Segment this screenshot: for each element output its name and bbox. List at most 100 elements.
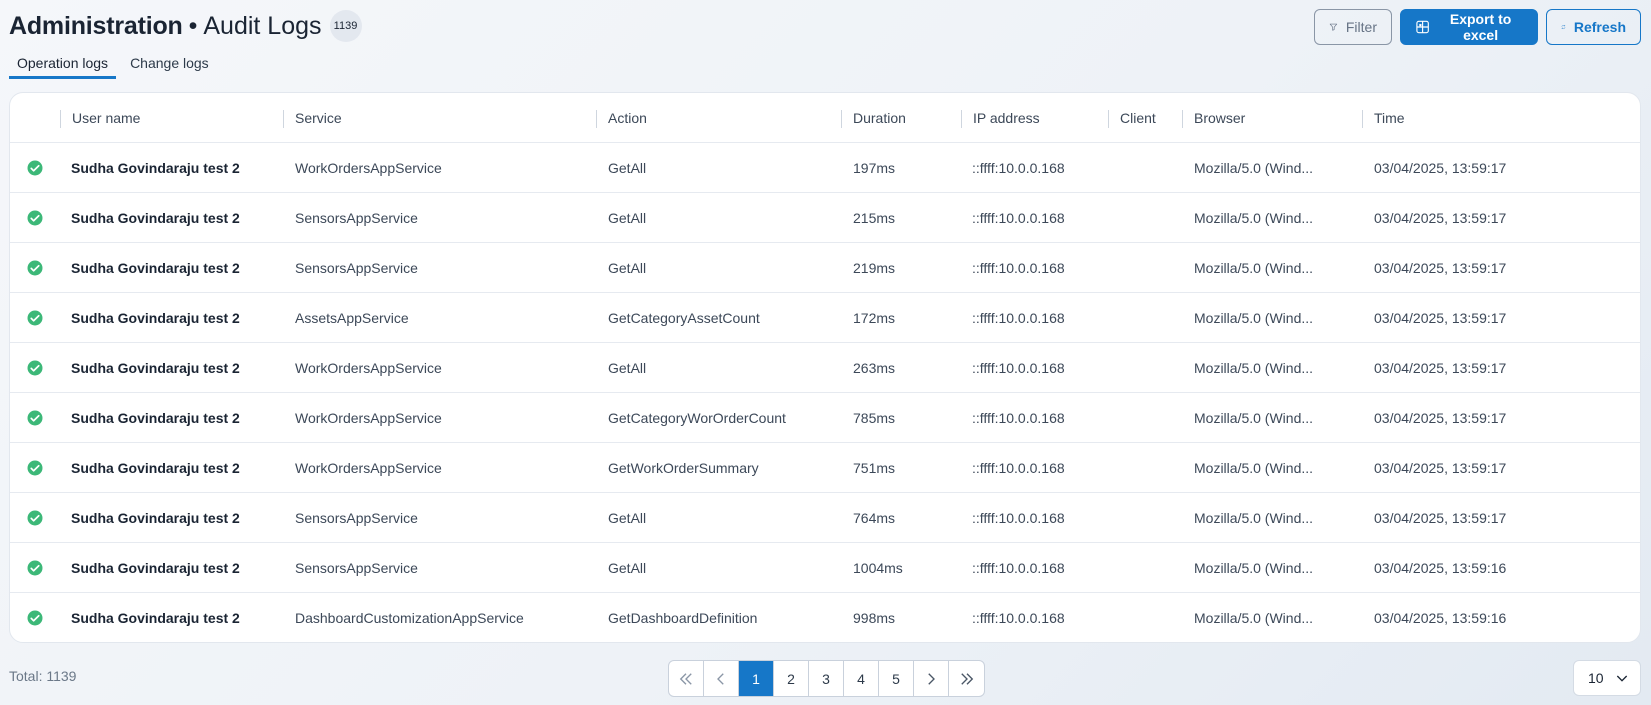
column-header-ip-address[interactable]: IP address xyxy=(961,93,1040,143)
column-header-service[interactable]: Service xyxy=(283,93,342,143)
cell-status xyxy=(26,593,44,642)
table-row[interactable]: Sudha Govindaraju test 2 SensorsAppServic… xyxy=(10,493,1640,543)
cell-action: GetAll xyxy=(608,260,647,276)
cell-time: 03/04/2025, 13:59:17 xyxy=(1374,260,1507,276)
cell-action: GetCategoryWorOrderCount xyxy=(608,410,786,426)
check-circle-icon xyxy=(27,460,43,476)
table-row[interactable]: Sudha Govindaraju test 2 WorkOrdersAppSer… xyxy=(10,343,1640,393)
cell-time: 03/04/2025, 13:59:16 xyxy=(1374,610,1507,626)
check-circle-icon xyxy=(27,510,43,526)
table-row[interactable]: Sudha Govindaraju test 2 WorkOrdersAppSer… xyxy=(10,143,1640,193)
cell-user-name: Sudha Govindaraju test 2 xyxy=(71,510,240,526)
first-page-button[interactable] xyxy=(669,661,704,696)
table-row[interactable]: Sudha Govindaraju test 2 WorkOrdersAppSer… xyxy=(10,443,1640,493)
filter-button-label: Filter xyxy=(1345,19,1377,35)
cell-browser: Mozilla/5.0 (Wind... xyxy=(1194,510,1314,526)
table-row[interactable]: Sudha Govindaraju test 2 SensorsAppServic… xyxy=(10,543,1640,593)
cell-user-name: Sudha Govindaraju test 2 xyxy=(71,360,240,376)
cell-status xyxy=(26,343,44,393)
cell-user-name: Sudha Govindaraju test 2 xyxy=(71,210,240,226)
cell-service: AssetsAppService xyxy=(295,310,409,326)
filter-button[interactable]: Filter xyxy=(1314,9,1392,45)
cell-service: WorkOrdersAppService xyxy=(295,360,442,376)
last-page-button[interactable] xyxy=(949,661,984,696)
cell-browser: Mozilla/5.0 (Wind... xyxy=(1194,360,1314,376)
excel-icon xyxy=(1416,20,1429,34)
cell-user-name: Sudha Govindaraju test 2 xyxy=(71,610,240,626)
export-to-excel-button[interactable]: Export to excel xyxy=(1400,9,1538,45)
cell-action: GetAll xyxy=(608,560,647,576)
cell-status xyxy=(26,493,44,543)
table-row[interactable]: Sudha Govindaraju test 2 SensorsAppServic… xyxy=(10,193,1640,243)
refresh-button[interactable]: Refresh xyxy=(1546,9,1641,45)
cell-browser: Mozilla/5.0 (Wind... xyxy=(1194,210,1314,226)
check-circle-icon xyxy=(27,260,43,276)
cell-ip-address: ::ffff:10.0.0.168 xyxy=(972,510,1065,526)
next-page-button[interactable] xyxy=(914,661,949,696)
cell-service: SensorsAppService xyxy=(295,510,418,526)
cell-duration: 785ms xyxy=(853,410,896,426)
pagination: 1 2 3 4 5 xyxy=(668,660,985,697)
cell-service: SensorsAppService xyxy=(295,560,418,576)
cell-service: WorkOrdersAppService xyxy=(295,160,442,176)
double-chevron-left-icon xyxy=(679,672,692,685)
cell-action: GetDashboardDefinition xyxy=(608,610,758,626)
page-title: Administration xyxy=(9,11,183,40)
page-size-select[interactable]: 10 xyxy=(1573,660,1641,696)
column-header-user-name[interactable]: User name xyxy=(60,93,140,143)
column-header-client[interactable]: Client xyxy=(1108,93,1156,143)
export-button-label: Export to excel xyxy=(1449,11,1512,43)
cell-service: SensorsAppService xyxy=(295,260,418,276)
chevron-left-icon xyxy=(717,672,724,685)
table-body: Sudha Govindaraju test 2 WorkOrdersAppSer… xyxy=(10,143,1640,642)
cell-time: 03/04/2025, 13:59:17 xyxy=(1374,460,1507,476)
cell-time: 03/04/2025, 13:59:17 xyxy=(1374,360,1507,376)
tab-operation-logs[interactable]: Operation logs xyxy=(9,50,117,79)
page-header: Administration • Audit Logs 1139 xyxy=(9,8,362,44)
page-button-2[interactable]: 2 xyxy=(774,661,809,696)
page-button-5[interactable]: 5 xyxy=(879,661,914,696)
cell-duration: 172ms xyxy=(853,310,896,326)
check-circle-icon xyxy=(27,610,43,626)
chevron-down-icon xyxy=(1616,675,1628,682)
cell-duration: 263ms xyxy=(853,360,896,376)
cell-browser: Mozilla/5.0 (Wind... xyxy=(1194,260,1314,276)
title-separator: • xyxy=(188,11,198,40)
table-row[interactable]: Sudha Govindaraju test 2 SensorsAppServic… xyxy=(10,243,1640,293)
cell-user-name: Sudha Govindaraju test 2 xyxy=(71,410,240,426)
cell-action: GetAll xyxy=(608,160,647,176)
audit-logs-table: User name Service Action Duration IP add… xyxy=(9,92,1641,643)
cell-service: WorkOrdersAppService xyxy=(295,460,442,476)
column-header-browser[interactable]: Browser xyxy=(1182,93,1245,143)
tab-change-logs[interactable]: Change logs xyxy=(122,50,217,79)
table-row[interactable]: Sudha Govindaraju test 2 WorkOrdersAppSer… xyxy=(10,393,1640,443)
cell-status xyxy=(26,293,44,343)
cell-browser: Mozilla/5.0 (Wind... xyxy=(1194,610,1314,626)
cell-browser: Mozilla/5.0 (Wind... xyxy=(1194,310,1314,326)
column-header-action[interactable]: Action xyxy=(596,93,647,143)
filter-icon xyxy=(1329,23,1338,31)
cell-time: 03/04/2025, 13:59:16 xyxy=(1374,560,1507,576)
cell-status xyxy=(26,543,44,593)
cell-ip-address: ::ffff:10.0.0.168 xyxy=(972,460,1065,476)
table-row[interactable]: Sudha Govindaraju test 2 DashboardCustomi… xyxy=(10,593,1640,642)
toolbar: Filter Export to excel Refresh xyxy=(1314,9,1641,45)
cell-user-name: Sudha Govindaraju test 2 xyxy=(71,310,240,326)
table-row[interactable]: Sudha Govindaraju test 2 AssetsAppService… xyxy=(10,293,1640,343)
cell-status xyxy=(26,443,44,493)
column-header-time[interactable]: Time xyxy=(1362,93,1405,143)
page-button-4[interactable]: 4 xyxy=(844,661,879,696)
page-button-1[interactable]: 1 xyxy=(739,661,774,696)
cell-duration: 219ms xyxy=(853,260,896,276)
previous-page-button[interactable] xyxy=(704,661,739,696)
cell-time: 03/04/2025, 13:59:17 xyxy=(1374,510,1507,526)
total-count: Total: 1139 xyxy=(9,668,77,684)
cell-ip-address: ::ffff:10.0.0.168 xyxy=(972,610,1065,626)
page-button-3[interactable]: 3 xyxy=(809,661,844,696)
page-subtitle: Audit Logs xyxy=(203,11,322,40)
cell-ip-address: ::ffff:10.0.0.168 xyxy=(972,310,1065,326)
column-header-duration[interactable]: Duration xyxy=(841,93,906,143)
cell-ip-address: ::ffff:10.0.0.168 xyxy=(972,160,1065,176)
cell-browser: Mozilla/5.0 (Wind... xyxy=(1194,160,1314,176)
cell-action: GetWorkOrderSummary xyxy=(608,460,759,476)
